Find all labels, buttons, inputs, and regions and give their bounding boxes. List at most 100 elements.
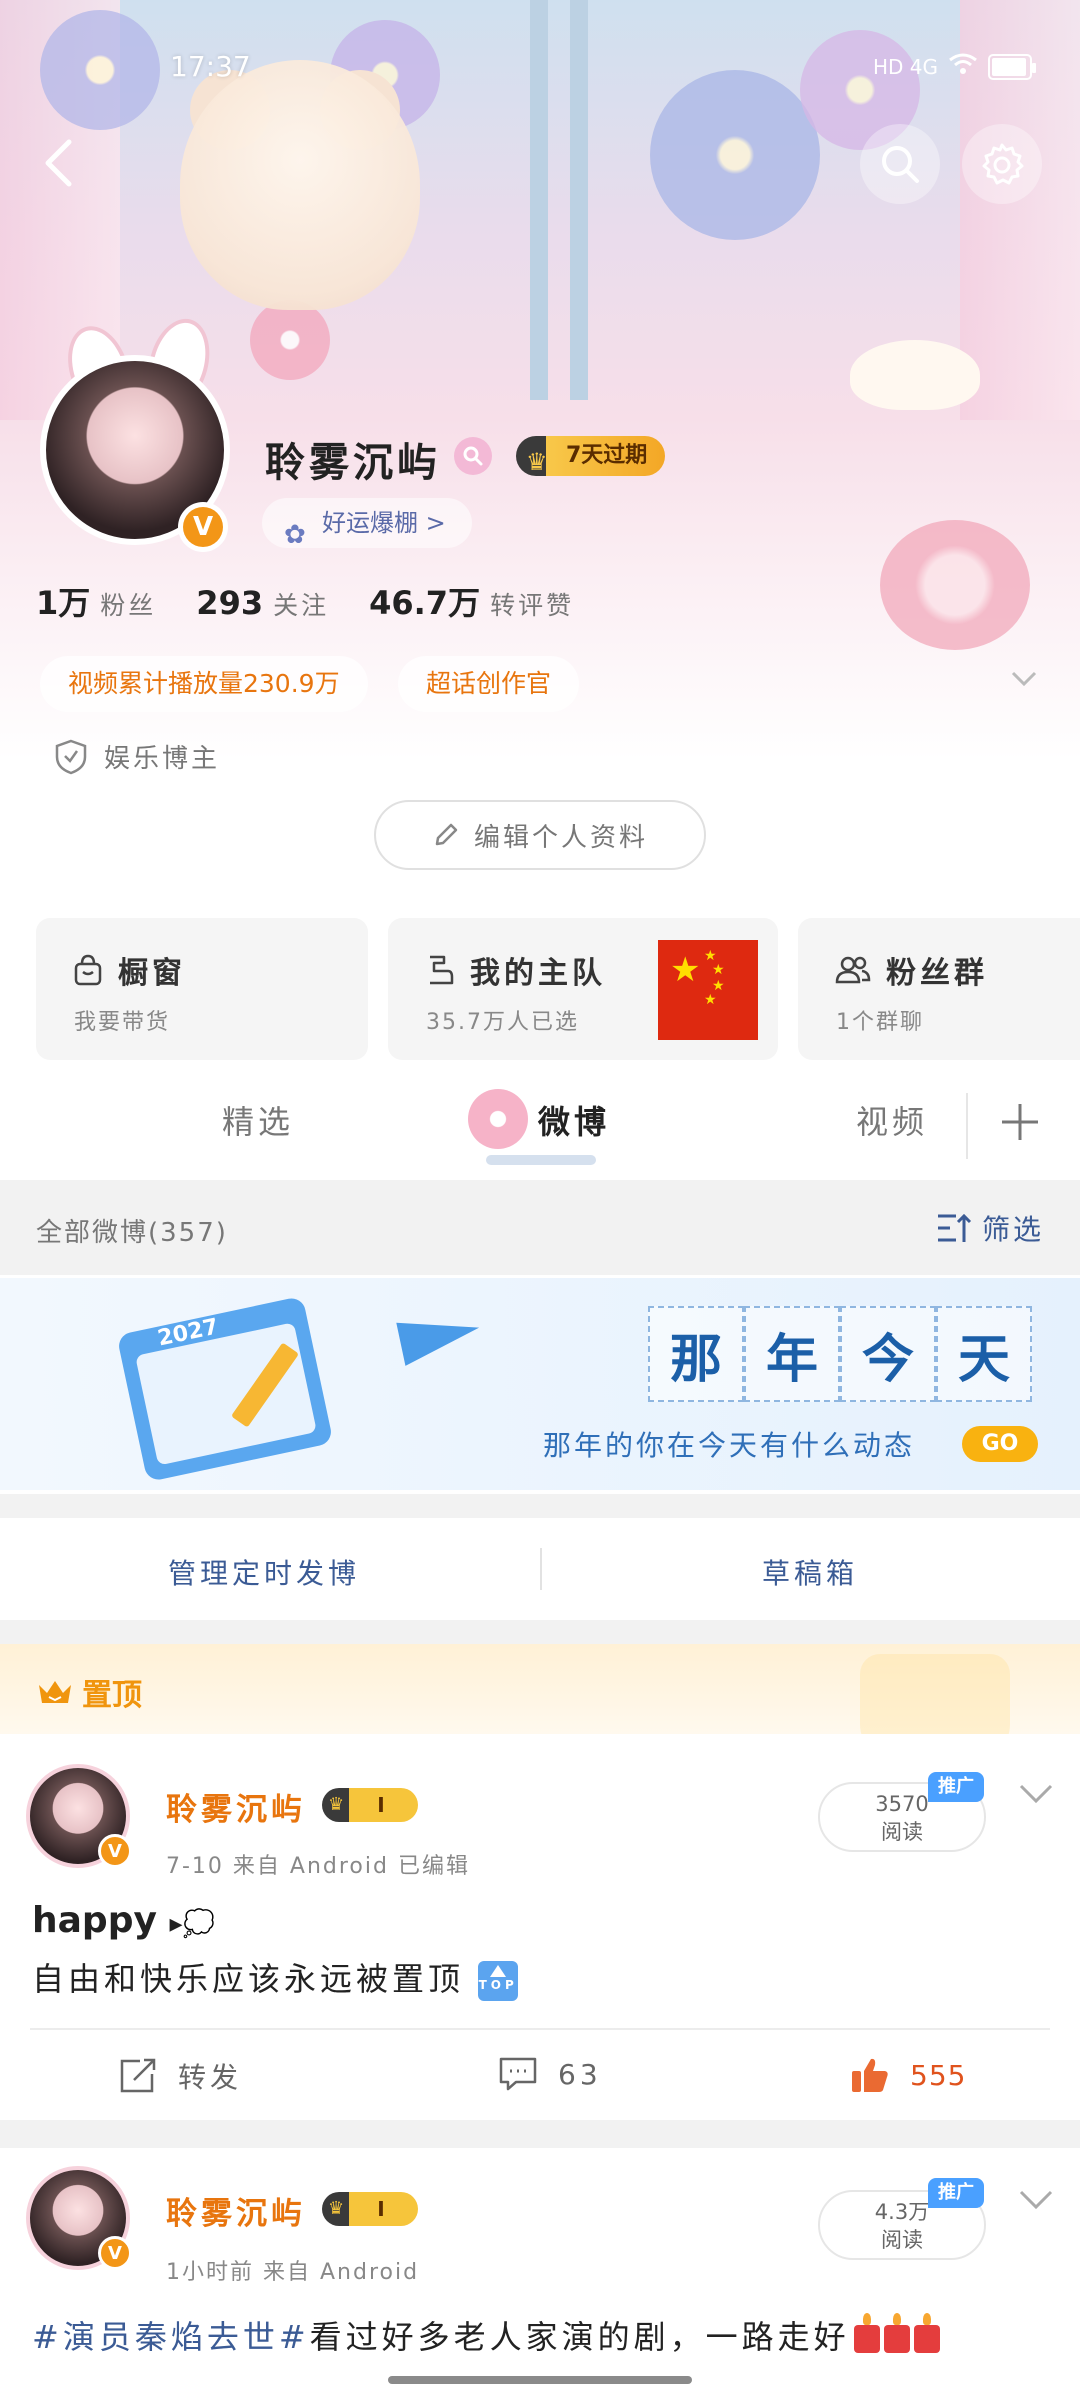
home-indicator[interactable] xyxy=(388,2376,692,2384)
card-fan-group[interactable]: 粉丝群 1个群聊 xyxy=(798,918,1080,1060)
verified-v-icon: V xyxy=(183,507,223,547)
member-level: I xyxy=(377,2197,385,2221)
shop-bag-icon xyxy=(74,954,102,986)
like-button[interactable]: 555 xyxy=(850,2056,966,2094)
post-menu-chevron-icon[interactable] xyxy=(1018,2184,1054,2219)
stat-label: 转评赞 xyxy=(490,591,575,620)
crown-icon xyxy=(39,1681,71,1703)
identity-label: 娱乐博主 xyxy=(104,744,221,774)
pinned-label-row: 置顶 xyxy=(36,1670,142,1714)
cat-illustration xyxy=(850,340,980,410)
card-shop-window[interactable]: 橱窗 我要带货 xyxy=(36,918,368,1060)
shield-icon xyxy=(55,739,87,774)
post-avatar[interactable]: V xyxy=(26,1764,132,1868)
calendar-illustration: 2027 xyxy=(116,1295,334,1483)
post-menu-chevron-icon[interactable] xyxy=(1018,1778,1054,1813)
card-subtitle: 35.7万人已选 xyxy=(426,1010,579,1035)
post-text: 自由和快乐应该永远被置顶 xyxy=(32,1960,465,1998)
like-count: 555 xyxy=(910,2058,967,2092)
go-button[interactable]: GO xyxy=(962,1426,1038,1462)
expand-chevron-icon[interactable] xyxy=(1010,670,1038,692)
add-tab-button[interactable] xyxy=(1000,1095,1040,1155)
post-card[interactable]: V 聆雾沉屿 ♛ I 1小时前 来自 Android 4.3万 阅读 推广 #演员… xyxy=(0,2148,1080,2400)
search-button[interactable] xyxy=(860,124,940,204)
card-title: 粉丝群 xyxy=(834,948,988,992)
manage-row: 管理定时发博 草稿箱 xyxy=(0,1518,1080,1620)
gear-icon xyxy=(982,143,1024,185)
comment-count: 63 xyxy=(558,2057,602,2091)
china-flag-icon: ★ ★ ★ ★ ★ xyxy=(658,940,758,1040)
section-gap xyxy=(0,1494,1080,1518)
flower-decoration xyxy=(250,300,330,380)
top-arrow-icon: TOP xyxy=(478,1961,519,2001)
chevron-left-icon xyxy=(45,139,72,187)
pencil-icon xyxy=(435,823,458,846)
section-gap xyxy=(0,2120,1080,2148)
post-actions: 转发 63 555 xyxy=(0,2030,1080,2120)
card-my-team[interactable]: 我的主队 35.7万人已选 ★ ★ ★ ★ ★ xyxy=(388,918,778,1060)
stat-label: 粉丝 xyxy=(100,591,157,620)
paper-plane-illustration xyxy=(396,1306,484,1366)
tab-video[interactable]: 视频 xyxy=(856,1097,928,1143)
pinned-label: 置顶 xyxy=(82,1678,142,1713)
comment-button[interactable]: 63 xyxy=(498,2056,602,2092)
title-char: 天 xyxy=(936,1306,1032,1402)
status-time: 17:37 xyxy=(170,50,251,83)
vip-expiry-label: 7天过期 xyxy=(566,443,648,468)
search-badge[interactable] xyxy=(454,437,492,475)
tab-weibo[interactable]: 微博 xyxy=(538,1097,610,1143)
hashtag-link[interactable]: #演员秦焰去世# xyxy=(32,2318,310,2356)
verified-badge: V xyxy=(178,502,228,552)
post-author[interactable]: 聆雾沉屿 xyxy=(166,1784,306,1829)
post-meta: 1小时前 来自 Android xyxy=(166,2260,420,2285)
all-weibo-bar: 全部微博(357) 筛选 xyxy=(0,1180,1080,1275)
network-indicator: HD 4G xyxy=(872,54,938,79)
luck-status-pill[interactable]: ✿ 好运爆棚 > xyxy=(262,498,472,550)
scheduled-posts-button[interactable]: 管理定时发博 xyxy=(168,1552,360,1592)
status-bar: 17:37 HD 4G xyxy=(0,44,1080,84)
pinned-header: 置顶 xyxy=(0,1644,1080,1764)
on-this-day-banner[interactable]: 2027 那 年 今 天 那年的你在今天有什么动态 GO xyxy=(0,1278,1080,1490)
tab-divider xyxy=(966,1093,968,1159)
edit-profile-button[interactable]: 编辑个人资料 xyxy=(374,800,706,870)
identity-row[interactable]: 娱乐博主 xyxy=(54,738,220,775)
member-level-badge[interactable]: ♛ I xyxy=(322,1788,418,1822)
stat-followers[interactable]: 1万 粉丝 xyxy=(36,578,156,624)
filter-icon xyxy=(937,1213,972,1242)
team-icon xyxy=(430,955,454,985)
candle-icon xyxy=(853,2313,880,2353)
crown-icon: ♛ xyxy=(328,1794,345,1815)
title-char: 今 xyxy=(840,1306,936,1402)
repost-button[interactable]: 转发 xyxy=(118,2056,242,2096)
settings-button[interactable] xyxy=(962,124,1042,204)
video-plays-tag[interactable]: 视频累计播放量230.9万 xyxy=(40,656,368,712)
all-weibo-count[interactable]: 全部微博(357) xyxy=(36,1212,228,1249)
wifi-icon xyxy=(948,50,978,83)
filter-button[interactable]: 筛选 xyxy=(936,1208,1044,1248)
profile-username: 聆雾沉屿 xyxy=(265,440,441,486)
read-label: 阅读 xyxy=(881,2228,923,2252)
member-level-badge[interactable]: ♛ I xyxy=(322,2192,418,2226)
comment-icon xyxy=(499,2057,537,2091)
promote-badge[interactable]: 推广 xyxy=(928,2178,984,2208)
promote-badge[interactable]: 推广 xyxy=(928,1772,984,1802)
candle-icon xyxy=(913,2313,940,2353)
search-icon xyxy=(882,146,919,183)
post-author[interactable]: 聆雾沉屿 xyxy=(166,2188,306,2233)
stat-value: 46.7万 xyxy=(369,584,481,622)
card-title: 我的主队 xyxy=(424,948,606,992)
post-card[interactable]: V 聆雾沉屿 ♛ I 7-10 来自 Android 已编辑 3570 阅读 推广… xyxy=(0,1734,1080,2120)
back-button[interactable] xyxy=(28,128,88,198)
candle-icon xyxy=(883,2313,910,2353)
tab-featured[interactable]: 精选 xyxy=(222,1097,294,1143)
post-text-english: happy xyxy=(32,1900,157,1941)
post-avatar[interactable]: V xyxy=(26,2166,132,2270)
plus-icon xyxy=(1002,1104,1038,1140)
thought-bubble-icon: ▸💭 xyxy=(169,1909,215,1939)
crown-icon: ♛ xyxy=(328,2198,345,2219)
stat-following[interactable]: 293 关注 xyxy=(196,584,329,622)
stat-interactions[interactable]: 46.7万 转评赞 xyxy=(369,578,574,624)
vip-badge[interactable]: ♛ 7天过期 xyxy=(516,436,666,476)
supertopic-creator-tag[interactable]: 超话创作官 xyxy=(398,656,580,712)
drafts-button[interactable]: 草稿箱 xyxy=(762,1552,858,1592)
